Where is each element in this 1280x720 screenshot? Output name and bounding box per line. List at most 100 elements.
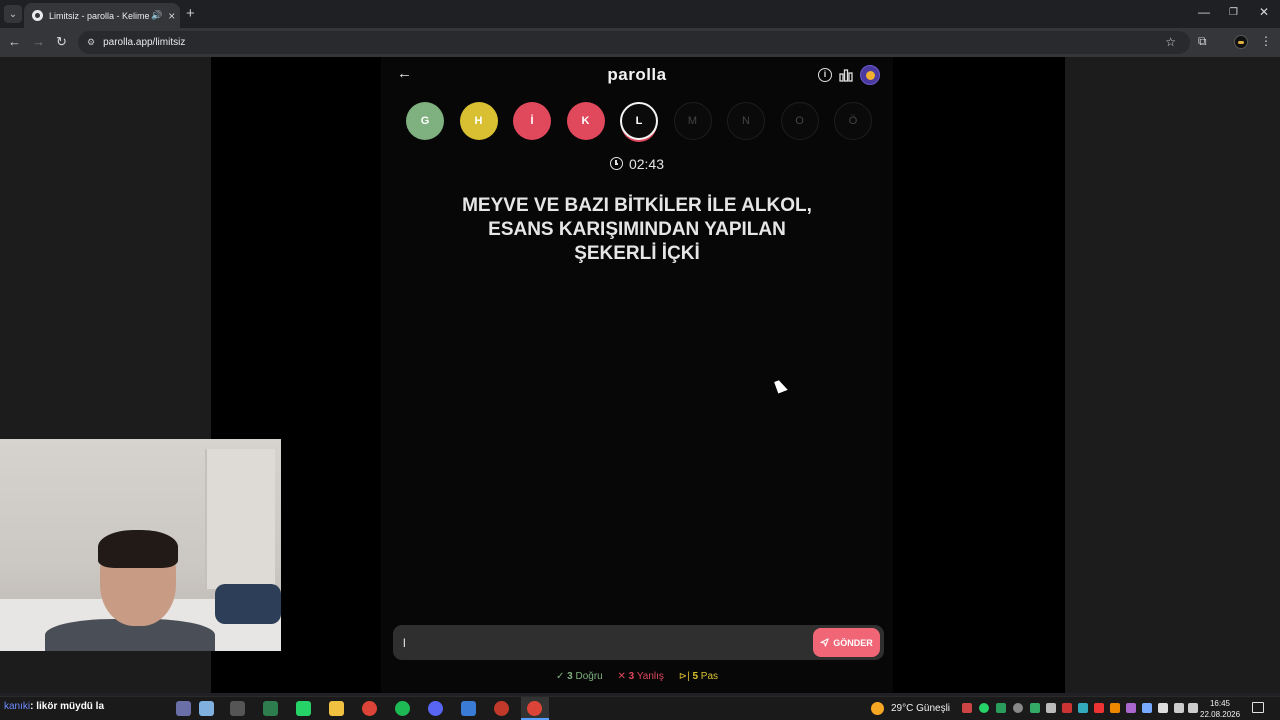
task-view-icon[interactable] — [230, 701, 245, 716]
window-minimize-button[interactable]: — — [1198, 5, 1210, 19]
app-icon[interactable] — [461, 701, 476, 716]
correct-label: Doğru — [575, 671, 603, 682]
wrong-count: 3 — [628, 671, 635, 682]
tray-icon[interactable] — [1094, 703, 1104, 713]
user-avatar[interactable] — [860, 65, 880, 85]
whatsapp-icon[interactable] — [296, 701, 311, 716]
letter-bubble-correct: G — [406, 102, 444, 140]
letter-bubble-wrong: K — [566, 102, 605, 140]
correct-count: 3 — [567, 671, 573, 682]
spotify-icon[interactable] — [395, 701, 410, 716]
pass-stat: ⊳| 5 Pas — [678, 671, 719, 682]
new-tab-button[interactable]: + — [186, 5, 195, 22]
letter-bubble-pass: H — [459, 102, 498, 140]
app-header: ← parolla i — [381, 57, 893, 93]
app-title: parolla — [607, 65, 667, 84]
question-line: ŞEKERLİ İÇKİ — [574, 243, 700, 264]
clock-icon — [609, 157, 623, 170]
forward-arrow-icon[interactable]: → — [32, 34, 45, 49]
volume-icon[interactable] — [1188, 703, 1198, 713]
tab-audio-icon[interactable]: 🔊 — [151, 10, 162, 21]
profile-avatar-icon[interactable] — [1234, 35, 1248, 49]
answer-input[interactable] — [403, 633, 803, 653]
notification-icon[interactable] — [1252, 702, 1264, 713]
app-icon[interactable] — [263, 701, 278, 716]
app-icon[interactable] — [494, 701, 509, 716]
network-icon[interactable] — [1174, 703, 1184, 713]
webcam-overlay — [0, 439, 281, 651]
wrong-stat: ✕ 3 Yanlış — [617, 671, 664, 682]
overlay-message: : likör müydü la — [30, 701, 105, 712]
stats-icon[interactable] — [839, 68, 853, 82]
app-icon[interactable] — [199, 701, 214, 716]
webcam-person-hair — [98, 530, 178, 568]
tab-close-icon[interactable]: × — [168, 9, 175, 23]
taskbar-overlay-text: kanıki: likör müydü la — [4, 701, 104, 712]
weather-text[interactable]: 29°C Güneşli — [891, 703, 950, 714]
app-icon[interactable] — [428, 701, 443, 716]
tray-icon[interactable] — [996, 703, 1006, 713]
browser-tab-active[interactable]: Limitsiz - parolla - Kelime o 🔊 × — [24, 3, 180, 28]
score-summary: ✓ 3 Doğru ✕ 3 Yanlış ⊳| 5 Pas — [381, 671, 893, 682]
webcam-door — [205, 449, 275, 589]
browser-tab-strip: ⌄ Limitsiz - parolla - Kelime o 🔊 × + — … — [0, 0, 1280, 28]
chrome-icon[interactable] — [362, 701, 377, 716]
correct-stat: ✓ 3 Doğru — [555, 671, 603, 682]
overlay-prefix: kanıki — [4, 701, 31, 712]
tab-search-button[interactable]: ⌄ — [4, 5, 22, 23]
taskbar-active-app[interactable] — [521, 697, 549, 720]
tray-icon[interactable] — [1062, 703, 1072, 713]
tray-icon[interactable] — [1078, 703, 1088, 713]
countdown-timer: 02:43 — [381, 156, 893, 172]
reload-icon[interactable]: ↻ — [56, 34, 67, 50]
clock-time: 16:45 — [1209, 699, 1231, 708]
extensions-icon[interactable]: ⧉ — [1198, 34, 1207, 49]
letter-wheel: GHİKLMNOÖ — [381, 102, 893, 142]
question-text: MEYVE VE BAZI BİTKİLER İLE ALKOL, ESANS … — [437, 194, 837, 266]
webcam-pillow — [215, 584, 281, 624]
letter-bubble-pending: Ö — [834, 102, 872, 140]
tray-icon[interactable] — [1046, 703, 1056, 713]
info-icon[interactable]: i — [818, 68, 832, 82]
letter-bubble-pending: N — [727, 102, 765, 140]
site-favicon-icon — [32, 10, 43, 21]
window-restore-button[interactable]: ❐ — [1229, 7, 1238, 18]
tray-icon[interactable] — [1126, 703, 1136, 713]
window-close-button[interactable]: ✕ — [1259, 5, 1269, 19]
address-bar[interactable]: ⚙ parolla.app/limitsiz ☆ — [78, 31, 1190, 54]
microphone-icon[interactable] — [1158, 703, 1168, 713]
answer-bar: GÖNDER — [393, 625, 884, 660]
question-line: ESANS KARIŞIMINDAN YAPILAN — [488, 219, 786, 240]
letter-bubble-pending: O — [780, 102, 819, 140]
bookmark-star-icon[interactable]: ☆ — [1165, 35, 1176, 49]
tray-icon[interactable] — [1013, 703, 1023, 713]
site-info-icon[interactable]: ⚙ — [87, 37, 95, 48]
tray-icon[interactable] — [1142, 703, 1152, 713]
timer-value: 02:43 — [628, 156, 665, 172]
back-arrow-icon[interactable]: ← — [8, 34, 21, 49]
tray-icon[interactable] — [979, 703, 989, 713]
browser-menu-icon[interactable]: ⋮ — [1260, 34, 1272, 48]
tray-icon[interactable] — [962, 703, 972, 713]
pass-count: 5 — [692, 671, 699, 682]
tray-icon[interactable] — [1110, 703, 1120, 713]
browser-toolbar: ← → ↻ ⚙ parolla.app/limitsiz ☆ — [0, 28, 1280, 57]
system-clock[interactable]: 16:45 22.08.2026 — [1200, 698, 1240, 720]
send-icon — [820, 638, 829, 647]
send-label: GÖNDER — [833, 637, 873, 648]
windows-taskbar: kanıki: likör müydü la 29°C Güneşli 16:4… — [0, 696, 1280, 720]
clock-date: 22.08.2026 — [1200, 710, 1241, 719]
pass-label: Pas — [700, 671, 719, 682]
chrome-icon — [527, 701, 542, 716]
url-text[interactable]: parolla.app/limitsiz — [103, 37, 185, 48]
app-icon[interactable] — [176, 701, 191, 716]
send-button[interactable]: GÖNDER — [813, 628, 880, 657]
question-line: MEYVE VE BAZI BİTKİLER İLE ALKOL, — [462, 195, 812, 216]
file-explorer-icon[interactable] — [329, 701, 344, 716]
tab-title: Limitsiz - parolla - Kelime o — [49, 10, 149, 21]
letter-bubble-current: L — [620, 102, 658, 140]
parolla-app: ← parolla i GHİKLMNOÖ 02:43 MEYVE VE BAZ… — [381, 57, 893, 693]
letter-bubble-wrong: İ — [513, 102, 551, 140]
weather-sun-icon[interactable] — [871, 702, 884, 715]
tray-icon[interactable] — [1030, 703, 1040, 713]
